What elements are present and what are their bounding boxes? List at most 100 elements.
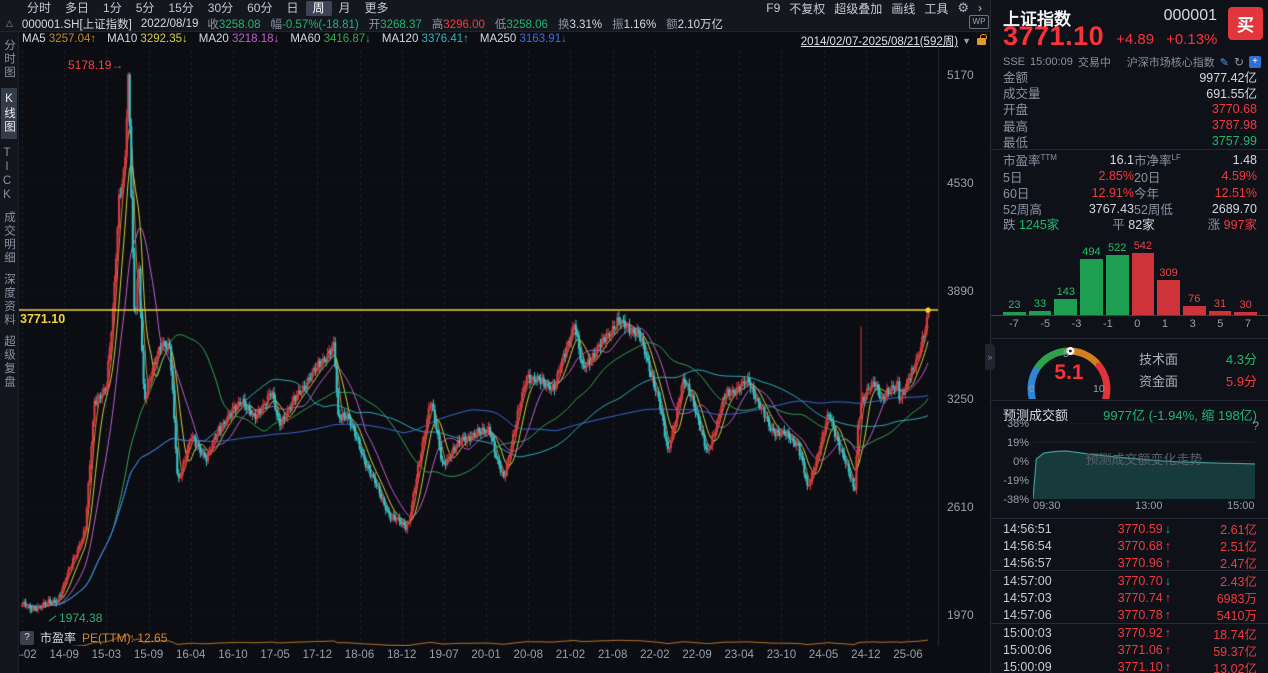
- fkey-label[interactable]: F9: [766, 1, 780, 15]
- toolbar-item-工具[interactable]: 工具: [924, 0, 948, 17]
- gear-icon[interactable]: ⚙: [957, 0, 969, 16]
- time-axis-label: 24-12: [845, 649, 887, 661]
- period-tab-多日[interactable]: 多日: [58, 1, 96, 16]
- field-value: 1.16%: [624, 19, 657, 31]
- price-axis-label: 2610: [947, 500, 991, 514]
- capital-score-label: 资金面: [1139, 371, 1178, 390]
- forecast-y-label: 0%: [995, 456, 1029, 468]
- collapse-triangle-icon[interactable]: △: [6, 18, 13, 29]
- last-price: 3771.10: [1003, 22, 1104, 51]
- histogram-x-label: 0: [1134, 318, 1140, 330]
- period-tab-周[interactable]: 周: [306, 1, 332, 16]
- tick-price: 3770.92↑: [1073, 626, 1171, 640]
- tick-time: 14:57:03: [1003, 591, 1073, 605]
- forecast-turnover-section: 预测成交额 9977亿 (-1.94%, 缩 198亿) 38%19%0%-19…: [991, 400, 1268, 519]
- chevron-right-icon[interactable]: ›: [978, 1, 982, 15]
- stat-value: 3770.68: [1212, 102, 1257, 116]
- ma-label: MA120: [382, 33, 422, 45]
- sidebar-item-K线图[interactable]: K线图: [1, 88, 17, 139]
- stat-value: 12.91%: [1069, 186, 1134, 200]
- sidebar-item-深度资料[interactable]: 深度资料: [1, 273, 17, 327]
- ma-value: 3218.18↓: [232, 33, 279, 45]
- period-tab-1分[interactable]: 1分: [96, 1, 129, 16]
- trading-terminal-window: 分时多日1分5分15分30分60分日周月更多 F9 不复权超级叠加画线工具 ⚙ …: [0, 0, 1268, 673]
- period-tab-5分[interactable]: 5分: [129, 1, 162, 16]
- tick-row: 14:57:003770.70↓2.43亿: [991, 570, 1268, 588]
- tick-price: 3770.96↑: [1073, 556, 1171, 570]
- toolbar-right-items: 不复权超级叠加画线工具: [789, 0, 948, 17]
- price-axis-label: 1970: [947, 608, 991, 622]
- time-axis-label: 21-08: [592, 649, 634, 661]
- histogram-slot: 23: [1003, 299, 1026, 315]
- sidebar-item-超级复盘[interactable]: 超级复盘: [1, 335, 17, 389]
- ohlc-field-额: 额2.10万亿: [666, 16, 723, 32]
- tick-time: 14:56:54: [1003, 539, 1073, 553]
- ohlc-field-低: 低3258.06: [495, 16, 548, 32]
- left-sidebar: 分时图 K线图 TICK 成交明细深度资料超级复盘: [0, 31, 19, 673]
- histogram-x-label: 5: [1217, 318, 1223, 330]
- period-tab-30分[interactable]: 30分: [201, 1, 240, 16]
- sidebar-item-TICK[interactable]: TICK: [1, 147, 17, 203]
- period-tab-分时[interactable]: 分时: [20, 1, 58, 16]
- field-value: 3258.06: [506, 19, 548, 31]
- price-axis-label: 5170: [947, 68, 991, 82]
- histogram-bar-value: 143: [1057, 286, 1075, 298]
- field-label: 高: [432, 19, 444, 31]
- peak-annotation: 5178.19→: [68, 58, 123, 72]
- period-tab-月[interactable]: 月: [332, 1, 358, 16]
- stat-label: 最低: [1003, 132, 1028, 151]
- forecast-y-label: -38%: [995, 494, 1029, 506]
- price-axis-label: 3890: [947, 284, 991, 298]
- period-tab-60分[interactable]: 60分: [240, 1, 279, 16]
- breadth-flat-count: 82家: [1128, 218, 1154, 232]
- period-tab-更多[interactable]: 更多: [358, 1, 396, 16]
- sidebar-item-分时图[interactable]: 分时图: [1, 39, 17, 80]
- gauge-marker-center: [1069, 350, 1072, 353]
- ma-legend-MA20: MA20 3218.18↓: [199, 33, 280, 45]
- breadth-down-count: 1245家: [1019, 218, 1059, 232]
- breadth-flat: 平 82家: [1112, 214, 1154, 233]
- histogram-bar: [1029, 311, 1052, 315]
- tick-list: 14:56:513770.59↓2.61亿14:56:543770.68↑2.5…: [991, 518, 1268, 673]
- help-icon[interactable]: ?: [1252, 419, 1259, 433]
- histogram-bar: [1080, 259, 1103, 316]
- quote-panel: 上证指数 000001 买 3771.10 +4.89 +0.13% SSE 1…: [990, 0, 1268, 673]
- histogram-bar-value: 494: [1082, 246, 1100, 258]
- panel-expand-handle[interactable]: »: [985, 344, 995, 370]
- forecast-y-label: 38%: [995, 418, 1029, 430]
- technical-score-label: 技术面: [1139, 349, 1178, 368]
- toolbar-item-不复权[interactable]: 不复权: [789, 0, 825, 17]
- ohlc-field-高: 高3296.00: [432, 16, 485, 32]
- chevron-down-icon[interactable]: ▼: [962, 36, 971, 46]
- stat-row-成交量: 成交量691.55亿: [991, 84, 1268, 100]
- time-axis-label: 20-08: [507, 649, 549, 661]
- time-axis-label: 23-10: [760, 649, 802, 661]
- unlock-icon[interactable]: [977, 38, 986, 45]
- technical-score-row: 技术面 4.3分: [1139, 349, 1257, 368]
- sidebar-item-成交明细[interactable]: 成交明细: [1, 211, 17, 265]
- help-icon[interactable]: ?: [20, 631, 34, 645]
- forecast-watermark: 预测成交额变化走势: [1033, 449, 1255, 468]
- toolbar: 分时多日1分5分15分30分60分日周月更多 F9 不复权超级叠加画线工具 ⚙ …: [0, 0, 990, 32]
- price-axis-label: 3250: [947, 392, 991, 406]
- ma-legend-MA10: MA10 3292.35↓: [107, 33, 188, 45]
- period-tab-日[interactable]: 日: [279, 1, 305, 16]
- ma-label: MA20: [199, 33, 232, 45]
- ma-legend-MA60: MA60 3416.87↓: [290, 33, 371, 45]
- time-axis-label: 21-02: [549, 649, 591, 661]
- histogram-bar: [1183, 306, 1206, 315]
- period-tab-bar: 分时多日1分5分15分30分60分日周月更多 F9 不复权超级叠加画线工具 ⚙ …: [0, 0, 990, 16]
- toolbar-item-画线[interactable]: 画线: [891, 0, 915, 17]
- histogram-bar: [1106, 255, 1129, 315]
- pe-indicator-label[interactable]: 市盈率: [40, 629, 76, 646]
- field-label: 开: [369, 19, 381, 31]
- candlestick-canvas[interactable]: [18, 46, 990, 646]
- stat-pair-row: 60日12.91%今年12.51%: [991, 183, 1268, 199]
- stat-row-开盘: 开盘3770.68: [991, 101, 1268, 117]
- histogram-bar-value: 522: [1108, 242, 1126, 254]
- buy-button[interactable]: 买: [1228, 7, 1263, 40]
- period-tab-15分[interactable]: 15分: [161, 1, 200, 16]
- toolbar-item-超级叠加[interactable]: 超级叠加: [834, 0, 882, 17]
- tick-row: 14:57:063770.78↑5410万: [991, 605, 1268, 622]
- ma-value: 3163.91↓: [520, 33, 567, 45]
